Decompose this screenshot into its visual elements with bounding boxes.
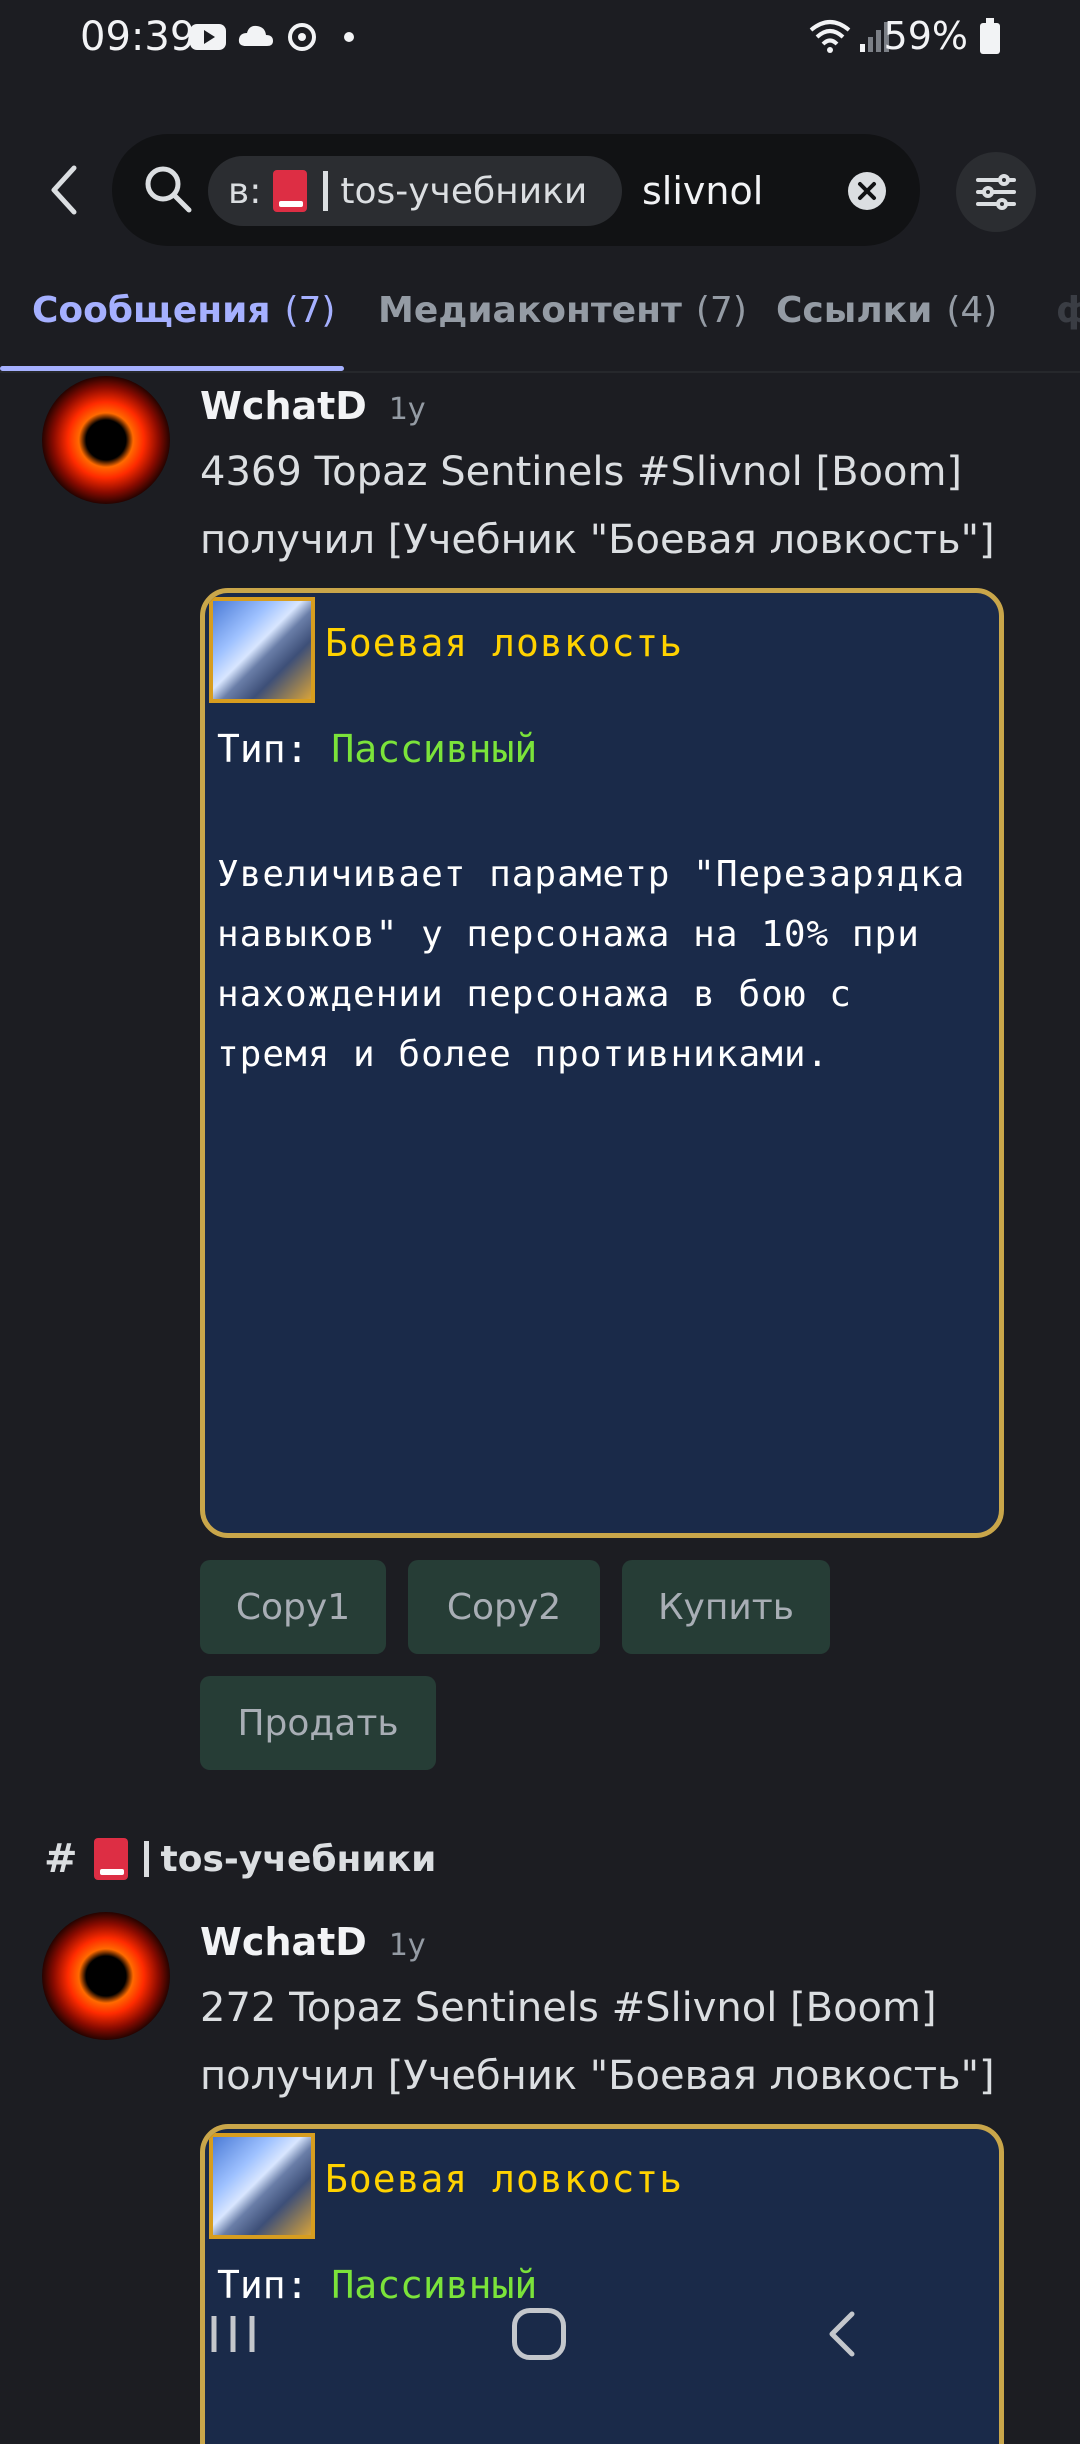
timestamp: 1y: [388, 1928, 426, 1963]
author-name[interactable]: WchatD: [200, 384, 367, 428]
message-text: 4369 Topaz Sentinels #Slivnol [Boom] пол…: [200, 449, 995, 563]
embed-image[interactable]: Боевая ловкость Тип: Пассивный Увеличива…: [200, 588, 1004, 1538]
message-text: 272 Topaz Sentinels #Slivnol [Boom] полу…: [200, 1985, 995, 2099]
tab-count: (7): [284, 290, 336, 331]
search-input[interactable]: [642, 158, 842, 224]
tab-label: Ссылки: [776, 290, 933, 331]
book-emoji-icon: [93, 1838, 128, 1880]
battery-percent: 59%: [883, 14, 968, 58]
text-channel-icon: #: [44, 1836, 78, 1882]
sync-icon: [288, 23, 316, 51]
type-value: Пассивный: [331, 2263, 538, 2307]
sword-skill-icon: [209, 2133, 315, 2239]
tab-messages[interactable]: Сообщения (7): [32, 290, 335, 331]
wifi-icon: [809, 20, 851, 53]
youtube-icon: [190, 24, 226, 50]
divider: [0, 371, 1080, 373]
nav-back-button[interactable]: [822, 2308, 862, 2360]
channel-name: tos-учебники: [160, 1838, 437, 1880]
channel-name: tos-учебники: [340, 170, 588, 212]
back-button[interactable]: [44, 160, 84, 220]
channel-filter-chip[interactable]: в: tos-учебники: [208, 156, 622, 226]
status-time: 09:39: [80, 14, 196, 60]
copy1-button[interactable]: Copy1: [200, 1560, 386, 1654]
message-header: WchatD 1y: [200, 1920, 426, 1964]
message-header: WchatD 1y: [200, 384, 426, 428]
skill-title: Боевая ловкость: [325, 2157, 684, 2201]
copy2-button[interactable]: Copy2: [408, 1560, 600, 1654]
type-value: Пассивный: [331, 727, 538, 771]
divider: [323, 171, 329, 211]
channel-header[interactable]: # tos-учебники: [44, 1836, 436, 1882]
skill-title: Боевая ловкость: [325, 621, 684, 665]
timestamp: 1y: [388, 392, 426, 427]
tab-label: Сообщения: [32, 290, 271, 331]
sell-button[interactable]: Продать: [200, 1676, 436, 1770]
sliders-icon: [976, 174, 1016, 210]
author-name[interactable]: WchatD: [200, 1920, 367, 1964]
home-button[interactable]: [512, 2308, 566, 2360]
skill-type: Тип: Пассивный: [217, 2263, 537, 2307]
book-emoji-icon: [273, 170, 308, 212]
embed-image[interactable]: Боевая ловкость Тип: Пассивный: [200, 2124, 1004, 2444]
divider: [143, 1841, 149, 1877]
tab-label: Медиаконтент: [378, 290, 682, 331]
tab-count: (4): [946, 290, 998, 331]
tab-files-partial[interactable]: ф: [1056, 290, 1080, 331]
clear-search-button[interactable]: [848, 172, 886, 210]
tab-media[interactable]: Медиаконтент (7): [378, 290, 747, 331]
tab-links[interactable]: Ссылки (4): [776, 290, 997, 331]
notification-dot-icon: [344, 32, 354, 42]
skill-type: Тип: Пассивный: [217, 727, 537, 771]
avatar[interactable]: [42, 1912, 170, 2040]
search-icon: [145, 166, 192, 213]
sword-skill-icon: [209, 597, 315, 703]
battery-icon: [980, 18, 1000, 54]
filter-button[interactable]: [956, 152, 1036, 232]
skill-description: Увеличивает параметр "Перезарядка навыко…: [217, 854, 966, 1075]
channel-prefix: в:: [228, 170, 262, 212]
cloud-icon: [238, 25, 273, 46]
recents-button[interactable]: [206, 2308, 260, 2360]
type-label: Тип:: [217, 727, 309, 771]
type-label: Тип:: [217, 2263, 309, 2307]
avatar[interactable]: [42, 376, 170, 504]
tab-count: (7): [695, 290, 747, 331]
buy-button[interactable]: Купить: [622, 1560, 830, 1654]
